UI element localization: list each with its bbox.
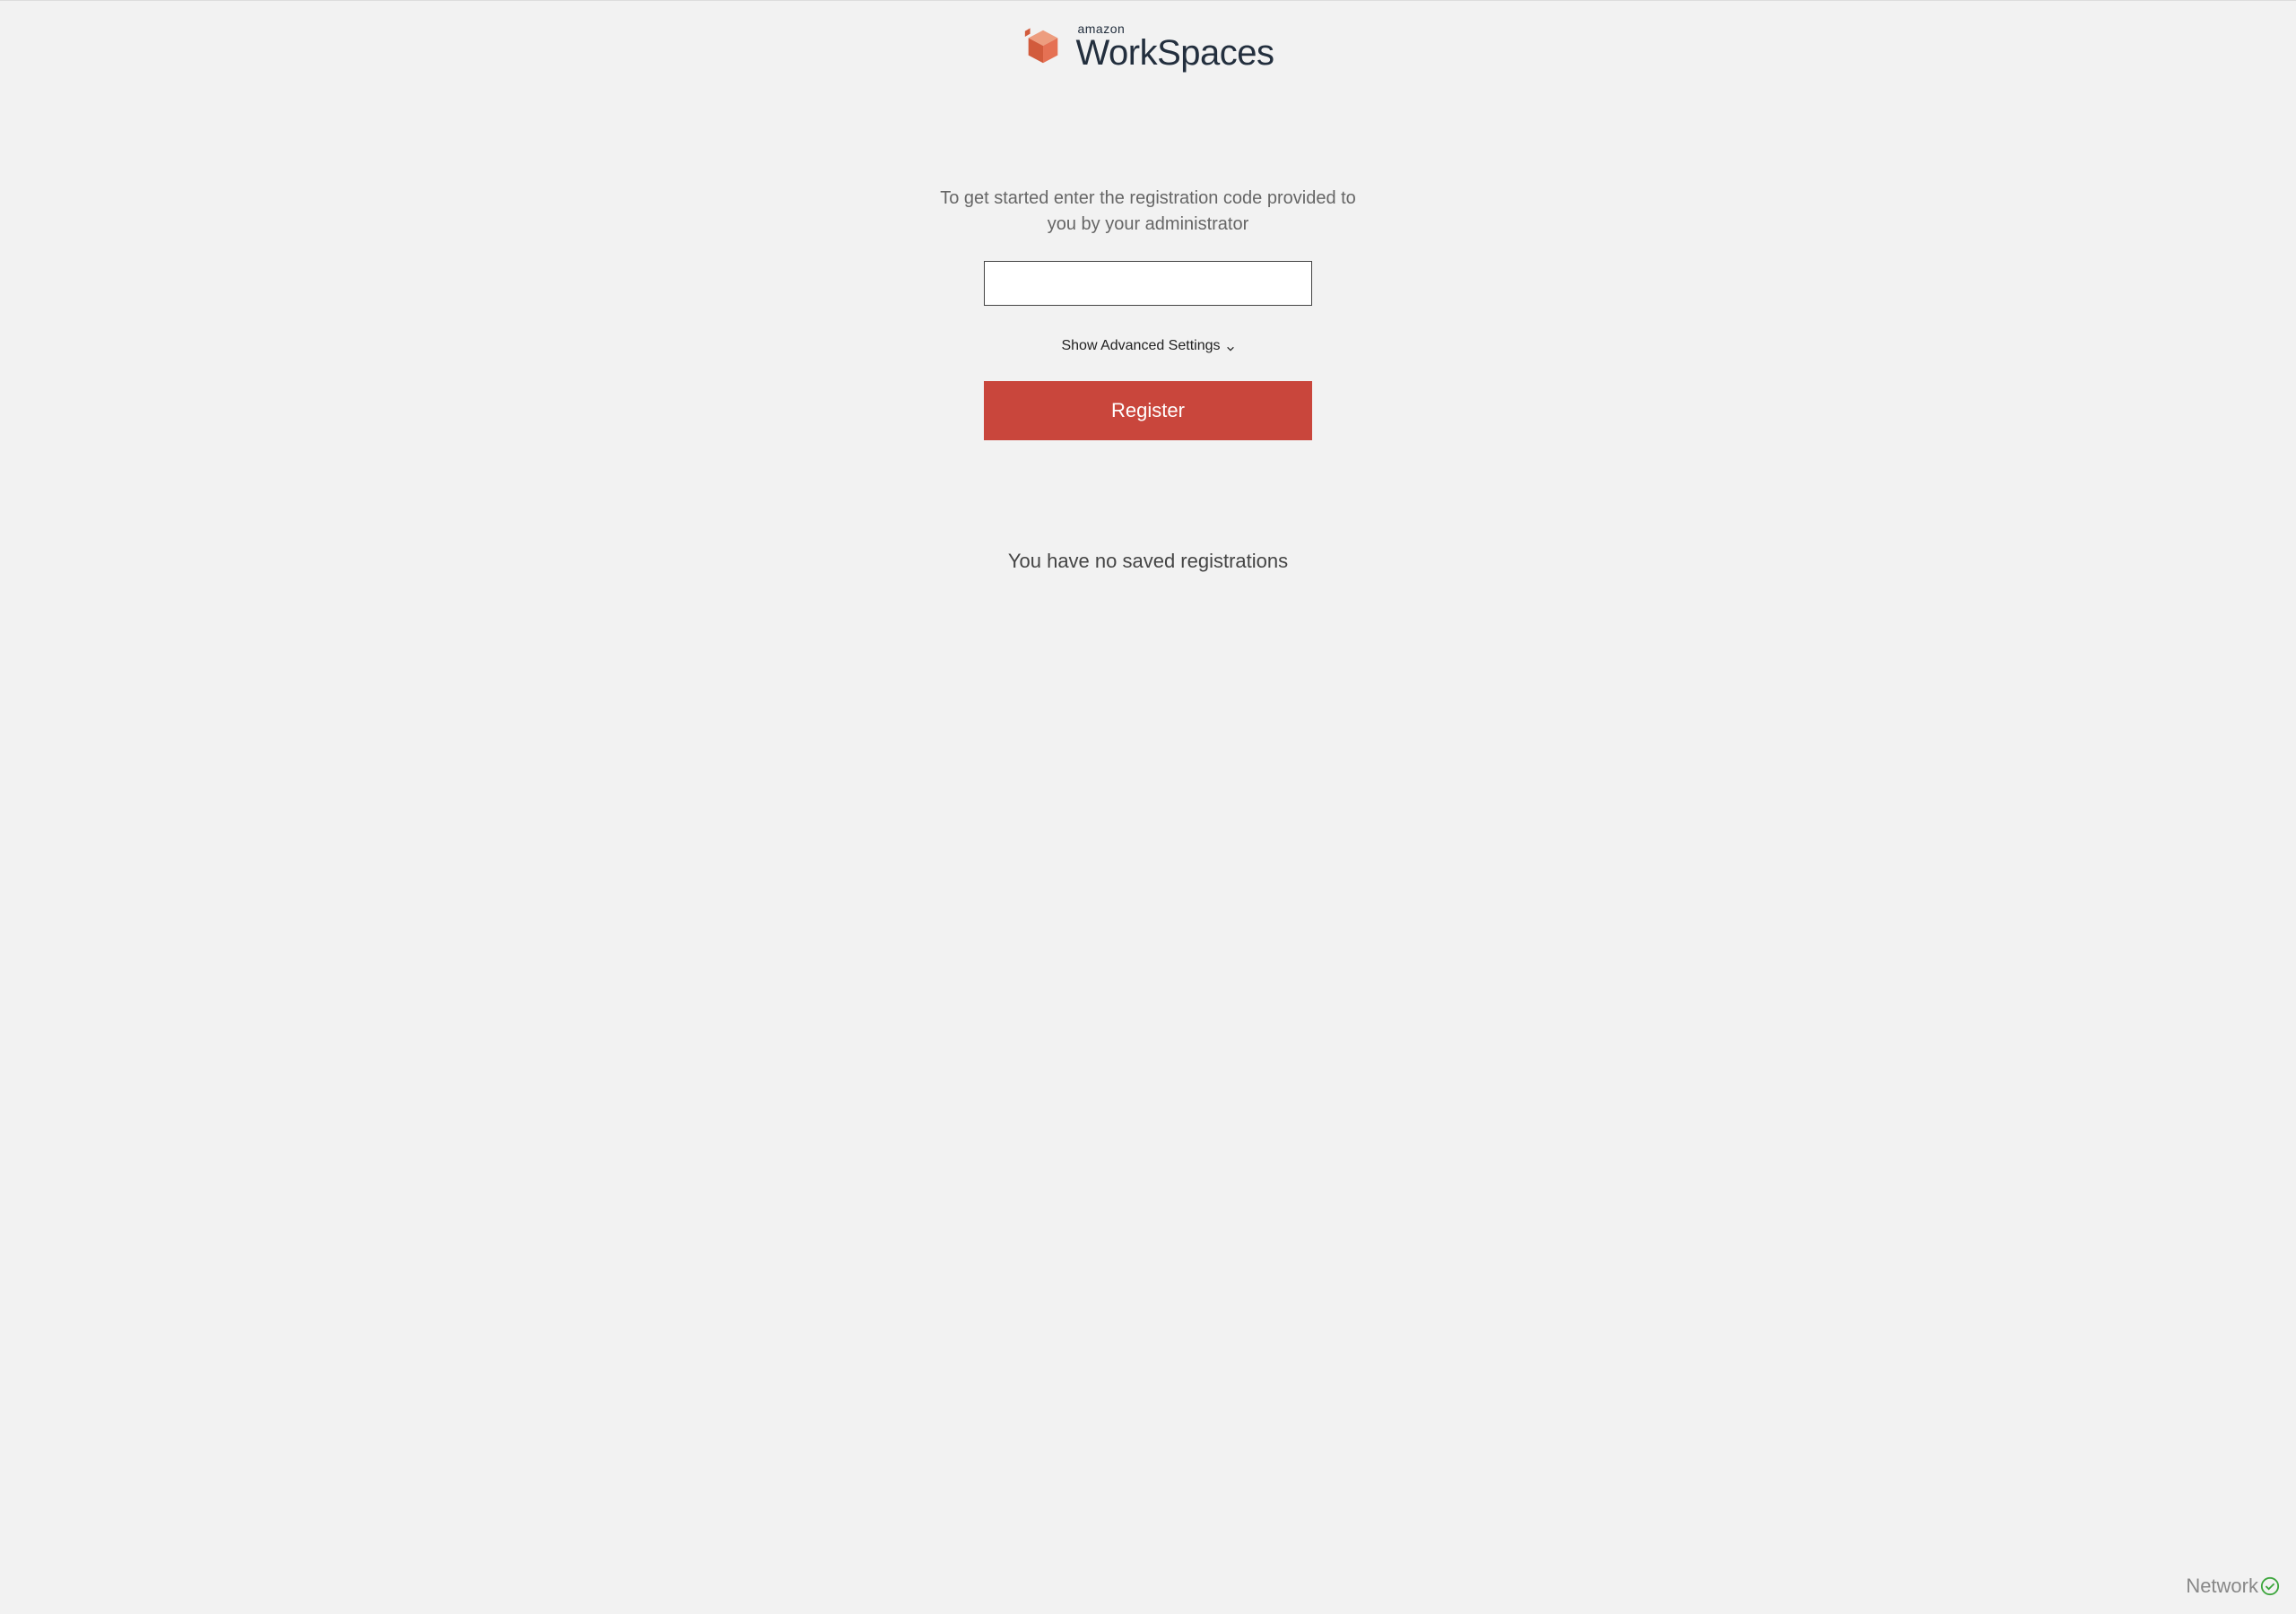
network-status-label: Network <box>2186 1575 2258 1598</box>
registration-code-input[interactable] <box>984 261 1312 306</box>
register-button[interactable]: Register <box>984 381 1312 440</box>
no-saved-registrations-text: You have no saved registrations <box>1008 550 1288 573</box>
workspaces-cube-icon <box>1022 25 1065 68</box>
chevron-down-icon <box>1226 342 1235 351</box>
advanced-settings-toggle[interactable]: Show Advanced Settings <box>1061 338 1234 354</box>
advanced-settings-label: Show Advanced Settings <box>1061 338 1220 354</box>
logo-text: amazon WorkSpaces <box>1075 22 1274 71</box>
network-status[interactable]: Network <box>2186 1575 2280 1598</box>
logo-text-product: WorkSpaces <box>1075 35 1274 71</box>
check-circle-icon <box>2260 1576 2280 1596</box>
instruction-text: To get started enter the registration co… <box>924 186 1372 238</box>
product-logo: amazon WorkSpaces <box>1022 22 1274 71</box>
